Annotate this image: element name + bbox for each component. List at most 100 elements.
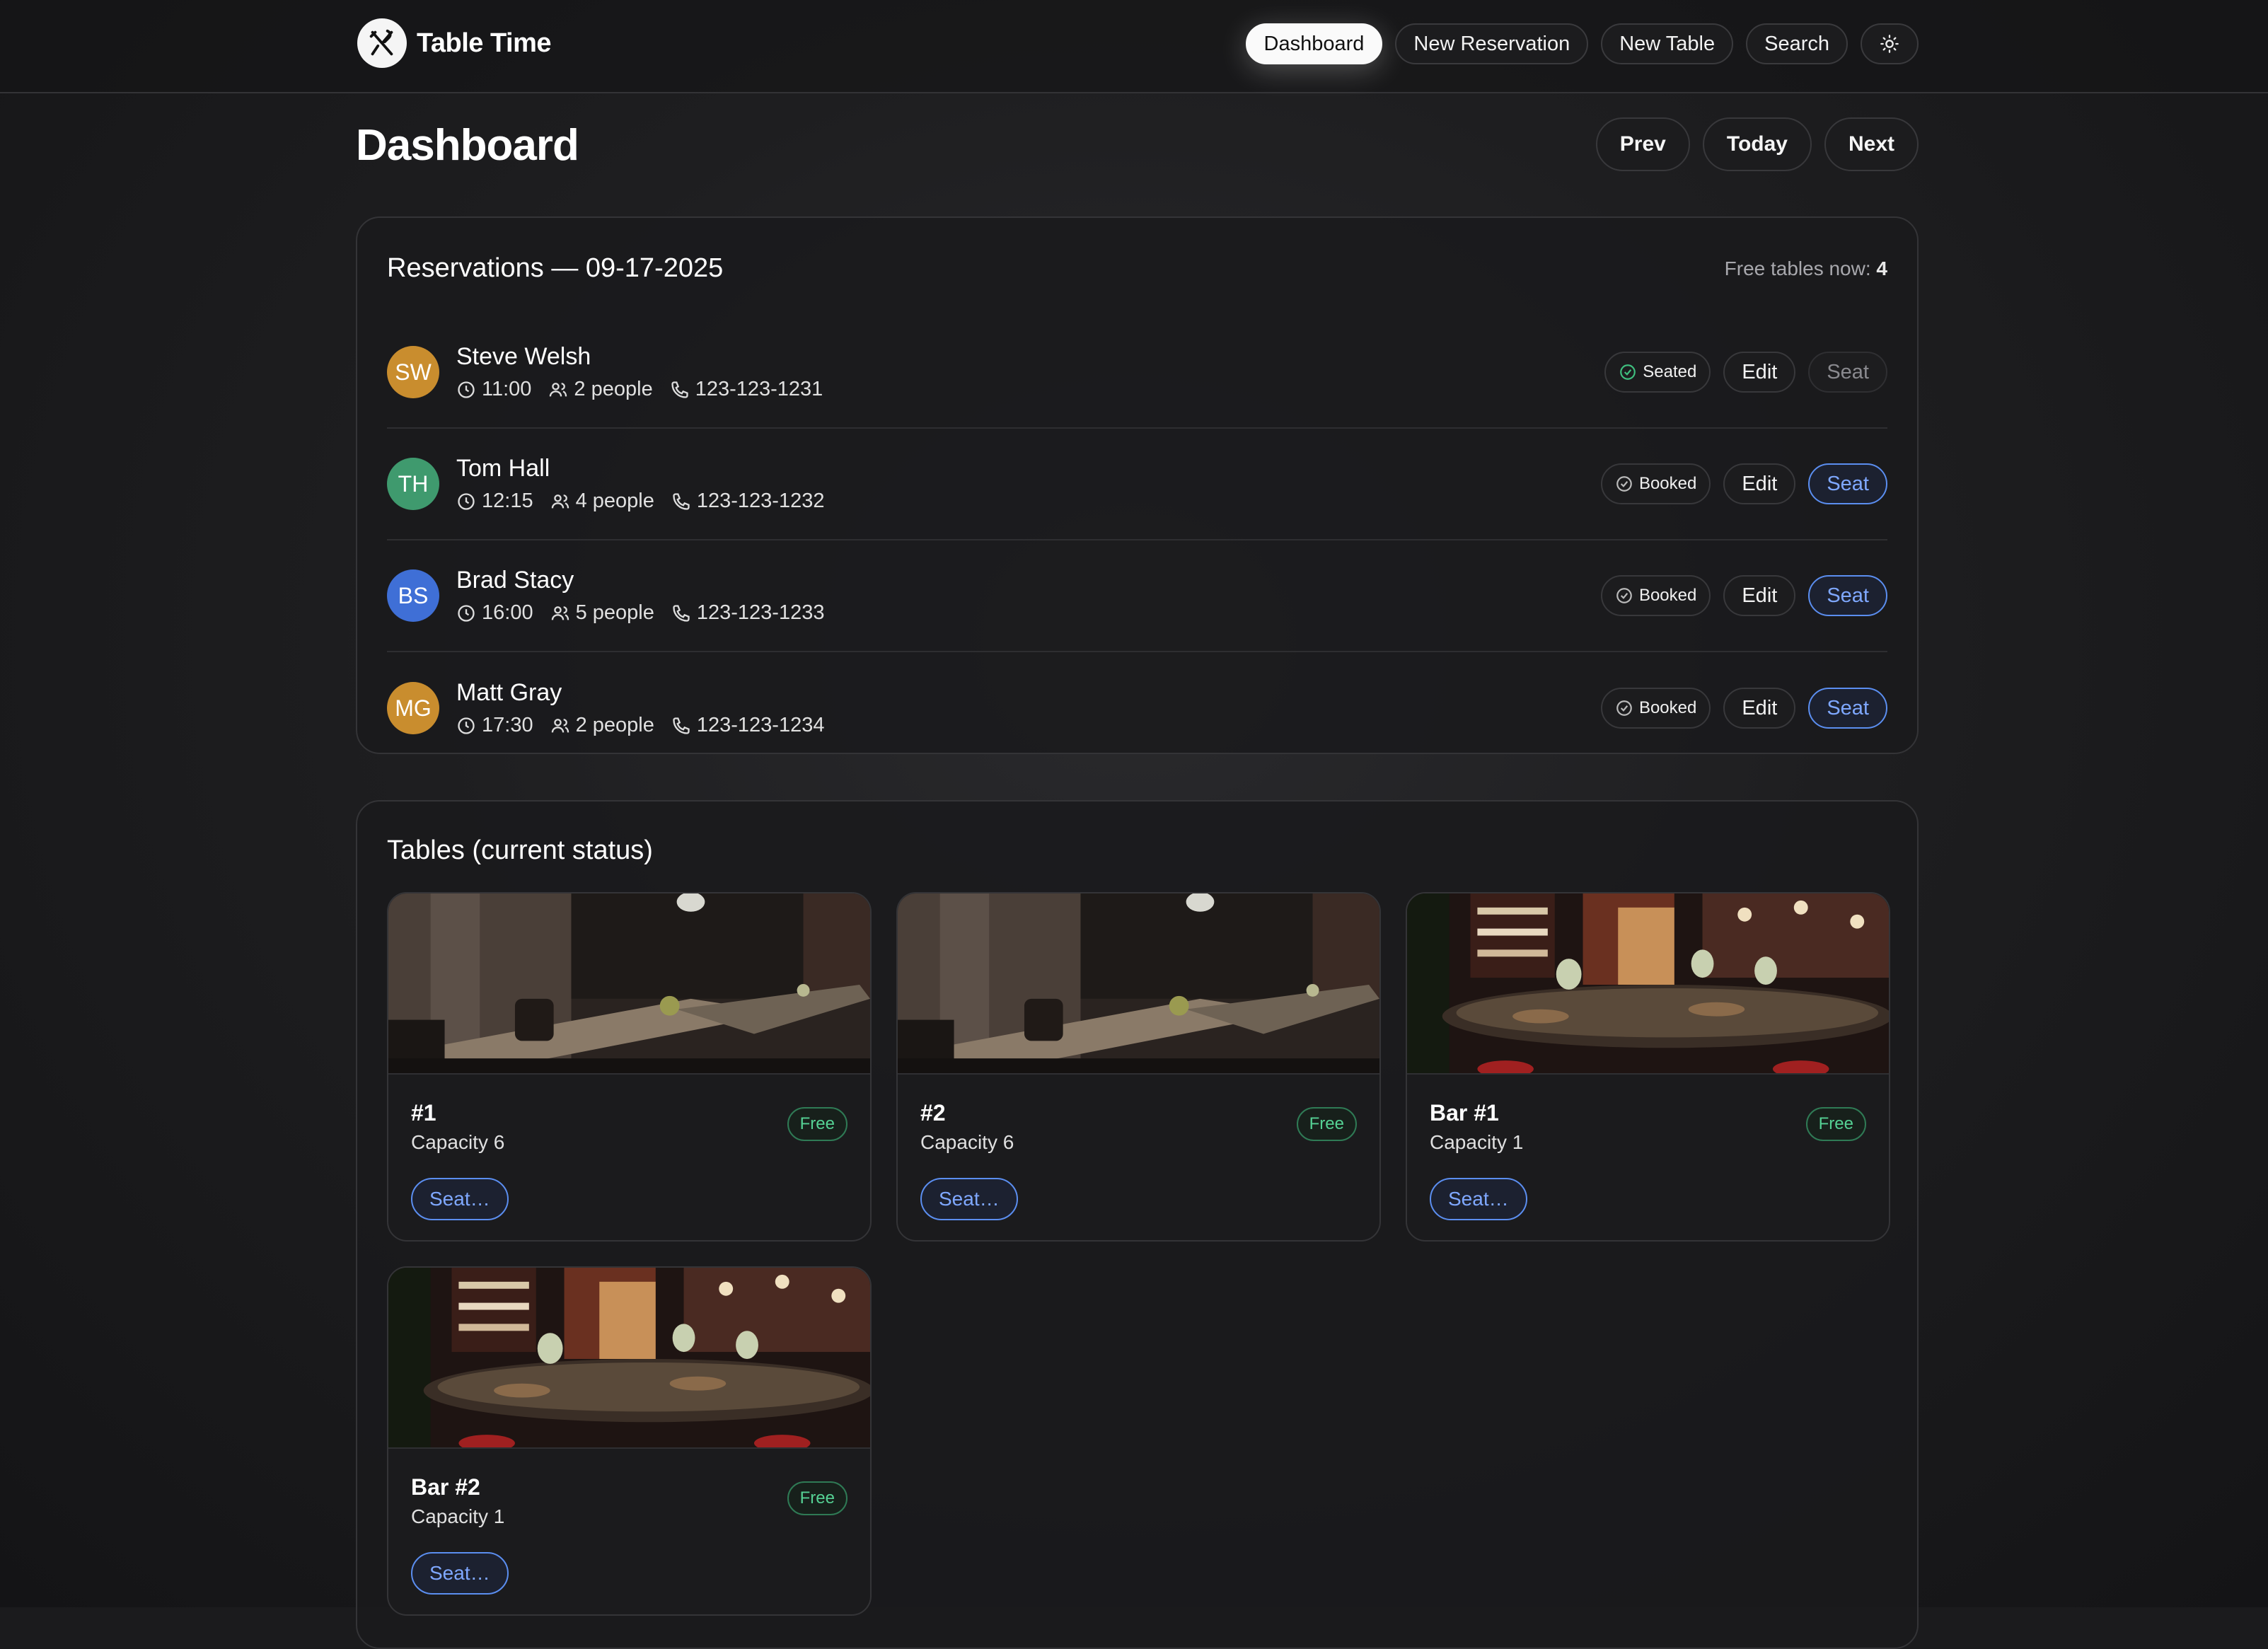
people-icon (550, 492, 570, 511)
reservation-meta: 16:00 5 people 123-123-1233 (456, 601, 824, 625)
table-status-badge: Free (787, 1481, 847, 1515)
next-day-button[interactable]: Next (1824, 117, 1919, 171)
guest-name: Steve Welsh (456, 343, 591, 370)
status-badge: Booked (1600, 688, 1711, 729)
nav-new-reservation[interactable]: New Reservation (1395, 23, 1589, 64)
reservations-card: Reservations — 09-17-2025 Free tables no… (356, 216, 1919, 754)
avatar: MG (387, 682, 439, 734)
party-size-meta: 2 people (548, 378, 653, 401)
reservation-row: TH Tom Hall 12:15 4 people 123-123-1232 (387, 429, 1887, 540)
reservation-info: Brad Stacy 16:00 5 people 123-123-1233 (456, 567, 824, 625)
seat-table-button[interactable]: Seat… (920, 1178, 1018, 1220)
reservation-meta: 17:30 2 people 123-123-1234 (456, 714, 824, 737)
free-tables-value: 4 (1876, 257, 1887, 279)
check-circle-icon (1615, 475, 1633, 493)
avatar: BS (387, 569, 439, 622)
reservation-time: 12:15 (482, 490, 533, 512)
today-button[interactable]: Today (1702, 117, 1812, 171)
guest-name: Brad Stacy (456, 567, 574, 594)
phone-number: 123-123-1234 (696, 714, 825, 736)
reservation-actions: Booked Edit Seat (1600, 575, 1887, 616)
party-size: 4 people (575, 490, 654, 512)
reservation-row: BS Brad Stacy 16:00 5 people 123-123-123… (387, 540, 1887, 652)
phone-meta: 123-123-1233 (671, 601, 825, 625)
seat-button[interactable]: Seat (1808, 463, 1887, 504)
table-name: Bar #2 (411, 1474, 480, 1500)
status-badge: Booked (1600, 575, 1711, 616)
brand[interactable]: Table Time (357, 18, 552, 68)
seat-table-button[interactable]: Seat… (411, 1552, 509, 1595)
table-card: #2 Capacity 6 Free Seat… (896, 892, 1381, 1242)
free-tables-count: Free tables now: 4 (1725, 258, 1887, 280)
people-icon (550, 716, 570, 736)
table-name: Bar #1 (1430, 1100, 1499, 1126)
date-navigation: Prev Today Next (1595, 117, 1919, 171)
people-icon (550, 603, 570, 623)
reservation-actions: Seated Edit Seat (1604, 352, 1887, 393)
guest-name: Matt Gray (456, 679, 562, 706)
reservation-time: 11:00 (482, 378, 532, 400)
reservation-time: 16:00 (482, 601, 533, 624)
status-badge: Seated (1604, 352, 1711, 393)
tables-card: Tables (current status) #1 Capacity 6 Fr… (356, 800, 1919, 1649)
nav-new-table[interactable]: New Table (1601, 23, 1734, 64)
phone-number: 123-123-1233 (696, 601, 825, 624)
reservation-row: MG Matt Gray 17:30 2 people 123-123-1234 (387, 652, 1887, 764)
edit-button[interactable]: Edit (1723, 352, 1796, 393)
time-meta: 16:00 (456, 601, 533, 625)
phone-number: 123-123-1232 (696, 490, 825, 512)
time-meta: 11:00 (456, 378, 531, 401)
guest-name: Tom Hall (456, 455, 550, 482)
party-size: 5 people (575, 601, 654, 624)
table-card: #1 Capacity 6 Free Seat… (387, 892, 872, 1242)
table-photo (898, 893, 1379, 1075)
time-meta: 17:30 (456, 714, 533, 737)
page-title: Dashboard (356, 121, 579, 170)
utensils-logo-icon (357, 18, 407, 68)
sun-icon (1880, 35, 1899, 53)
table-capacity: Capacity 6 (411, 1131, 505, 1153)
reservation-row: SW Steve Welsh 11:00 2 people 123-123-12… (387, 317, 1887, 429)
check-circle-icon (1615, 586, 1633, 605)
top-nav-bar: Table Time Dashboard New Reservation New… (0, 0, 2268, 93)
theme-toggle-button[interactable] (1861, 23, 1919, 64)
seat-table-button[interactable]: Seat… (411, 1178, 509, 1220)
reservation-list: SW Steve Welsh 11:00 2 people 123-123-12… (387, 317, 1887, 764)
party-size: 2 people (575, 714, 654, 736)
table-card: Bar #1 Capacity 1 Free Seat… (1406, 892, 1890, 1242)
seat-table-button[interactable]: Seat… (1430, 1178, 1527, 1220)
check-circle-icon (1619, 363, 1637, 381)
avatar: SW (387, 346, 439, 398)
people-icon (548, 380, 568, 400)
edit-button[interactable]: Edit (1723, 575, 1796, 616)
clock-icon (456, 492, 476, 511)
table-card: Bar #2 Capacity 1 Free Seat… (387, 1266, 872, 1616)
clock-icon (456, 716, 476, 736)
seat-button[interactable]: Seat (1808, 352, 1887, 393)
phone-meta: 123-123-1232 (671, 490, 825, 513)
tables-grid: #1 Capacity 6 Free Seat… #2 Capacity 6 F… (387, 892, 1890, 1616)
seat-button[interactable]: Seat (1808, 575, 1887, 616)
reservation-info: Matt Gray 17:30 2 people 123-123-1234 (456, 679, 824, 737)
party-size-meta: 2 people (550, 714, 654, 737)
phone-meta: 123-123-1234 (671, 714, 825, 737)
nav-search[interactable]: Search (1746, 23, 1848, 64)
party-size: 2 people (574, 378, 653, 400)
edit-button[interactable]: Edit (1723, 463, 1796, 504)
seat-button[interactable]: Seat (1808, 688, 1887, 729)
phone-icon (671, 492, 691, 511)
edit-button[interactable]: Edit (1723, 688, 1796, 729)
table-name: #2 (920, 1100, 946, 1126)
nav-dashboard[interactable]: Dashboard (1245, 23, 1383, 64)
table-photo (388, 893, 870, 1075)
table-photo (1407, 893, 1889, 1075)
phone-meta: 123-123-1231 (670, 378, 823, 401)
check-circle-icon (1615, 699, 1633, 717)
reservation-info: Tom Hall 12:15 4 people 123-123-1232 (456, 455, 824, 513)
prev-day-button[interactable]: Prev (1595, 117, 1690, 171)
tables-title: Tables (current status) (387, 835, 653, 865)
phone-number: 123-123-1231 (695, 378, 823, 400)
status-badge: Booked (1600, 463, 1711, 504)
time-meta: 12:15 (456, 490, 533, 513)
status-label: Seated (1643, 362, 1697, 381)
